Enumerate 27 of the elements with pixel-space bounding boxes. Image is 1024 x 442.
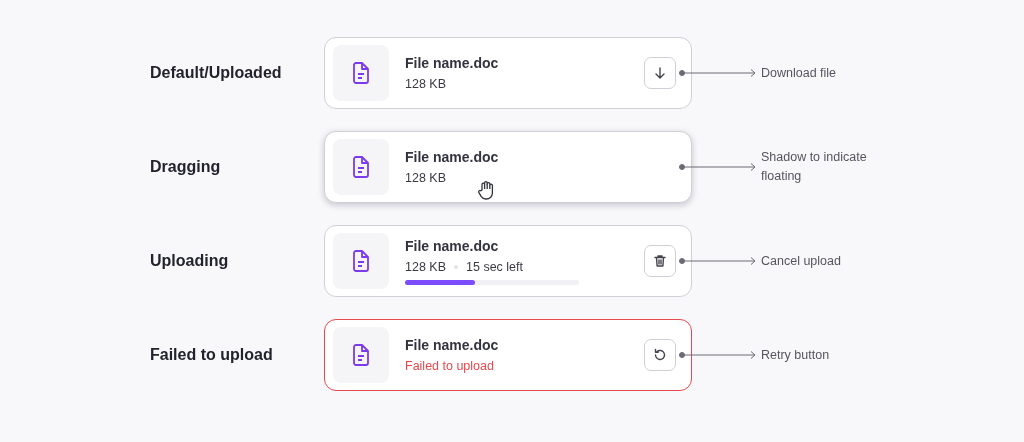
file-name: File name.doc	[405, 149, 500, 165]
file-size: 128 KB	[405, 259, 446, 274]
arrow-down-icon	[653, 66, 667, 80]
time-left: 15 sec left	[466, 259, 523, 274]
delete-button[interactable]	[644, 245, 676, 277]
state-label: Default/Uploaded	[150, 64, 283, 82]
document-icon	[352, 344, 370, 366]
error-message: Failed to upload	[405, 359, 495, 373]
document-icon	[352, 156, 370, 178]
document-icon	[352, 250, 370, 272]
annotation-text: Download file	[761, 64, 838, 82]
file-size: 128 KB	[405, 171, 446, 185]
retry-button[interactable]	[644, 339, 676, 371]
download-button[interactable]	[644, 57, 676, 89]
annotation-text: Retry button	[761, 346, 831, 364]
state-label: Uploading	[150, 252, 230, 270]
annotation-text: Shadow to indicate floating	[761, 149, 868, 185]
retry-icon	[653, 348, 667, 362]
file-name: File name.doc	[405, 55, 500, 71]
trash-icon	[653, 254, 667, 268]
annotation-text: Cancel upload	[761, 252, 842, 270]
state-label: Dragging	[150, 158, 222, 176]
document-icon	[352, 62, 370, 84]
file-size: 128 KB	[405, 77, 446, 91]
file-name: File name.doc	[405, 237, 500, 254]
state-label: Failed to upload	[150, 346, 274, 364]
file-name: File name.doc	[405, 337, 500, 353]
